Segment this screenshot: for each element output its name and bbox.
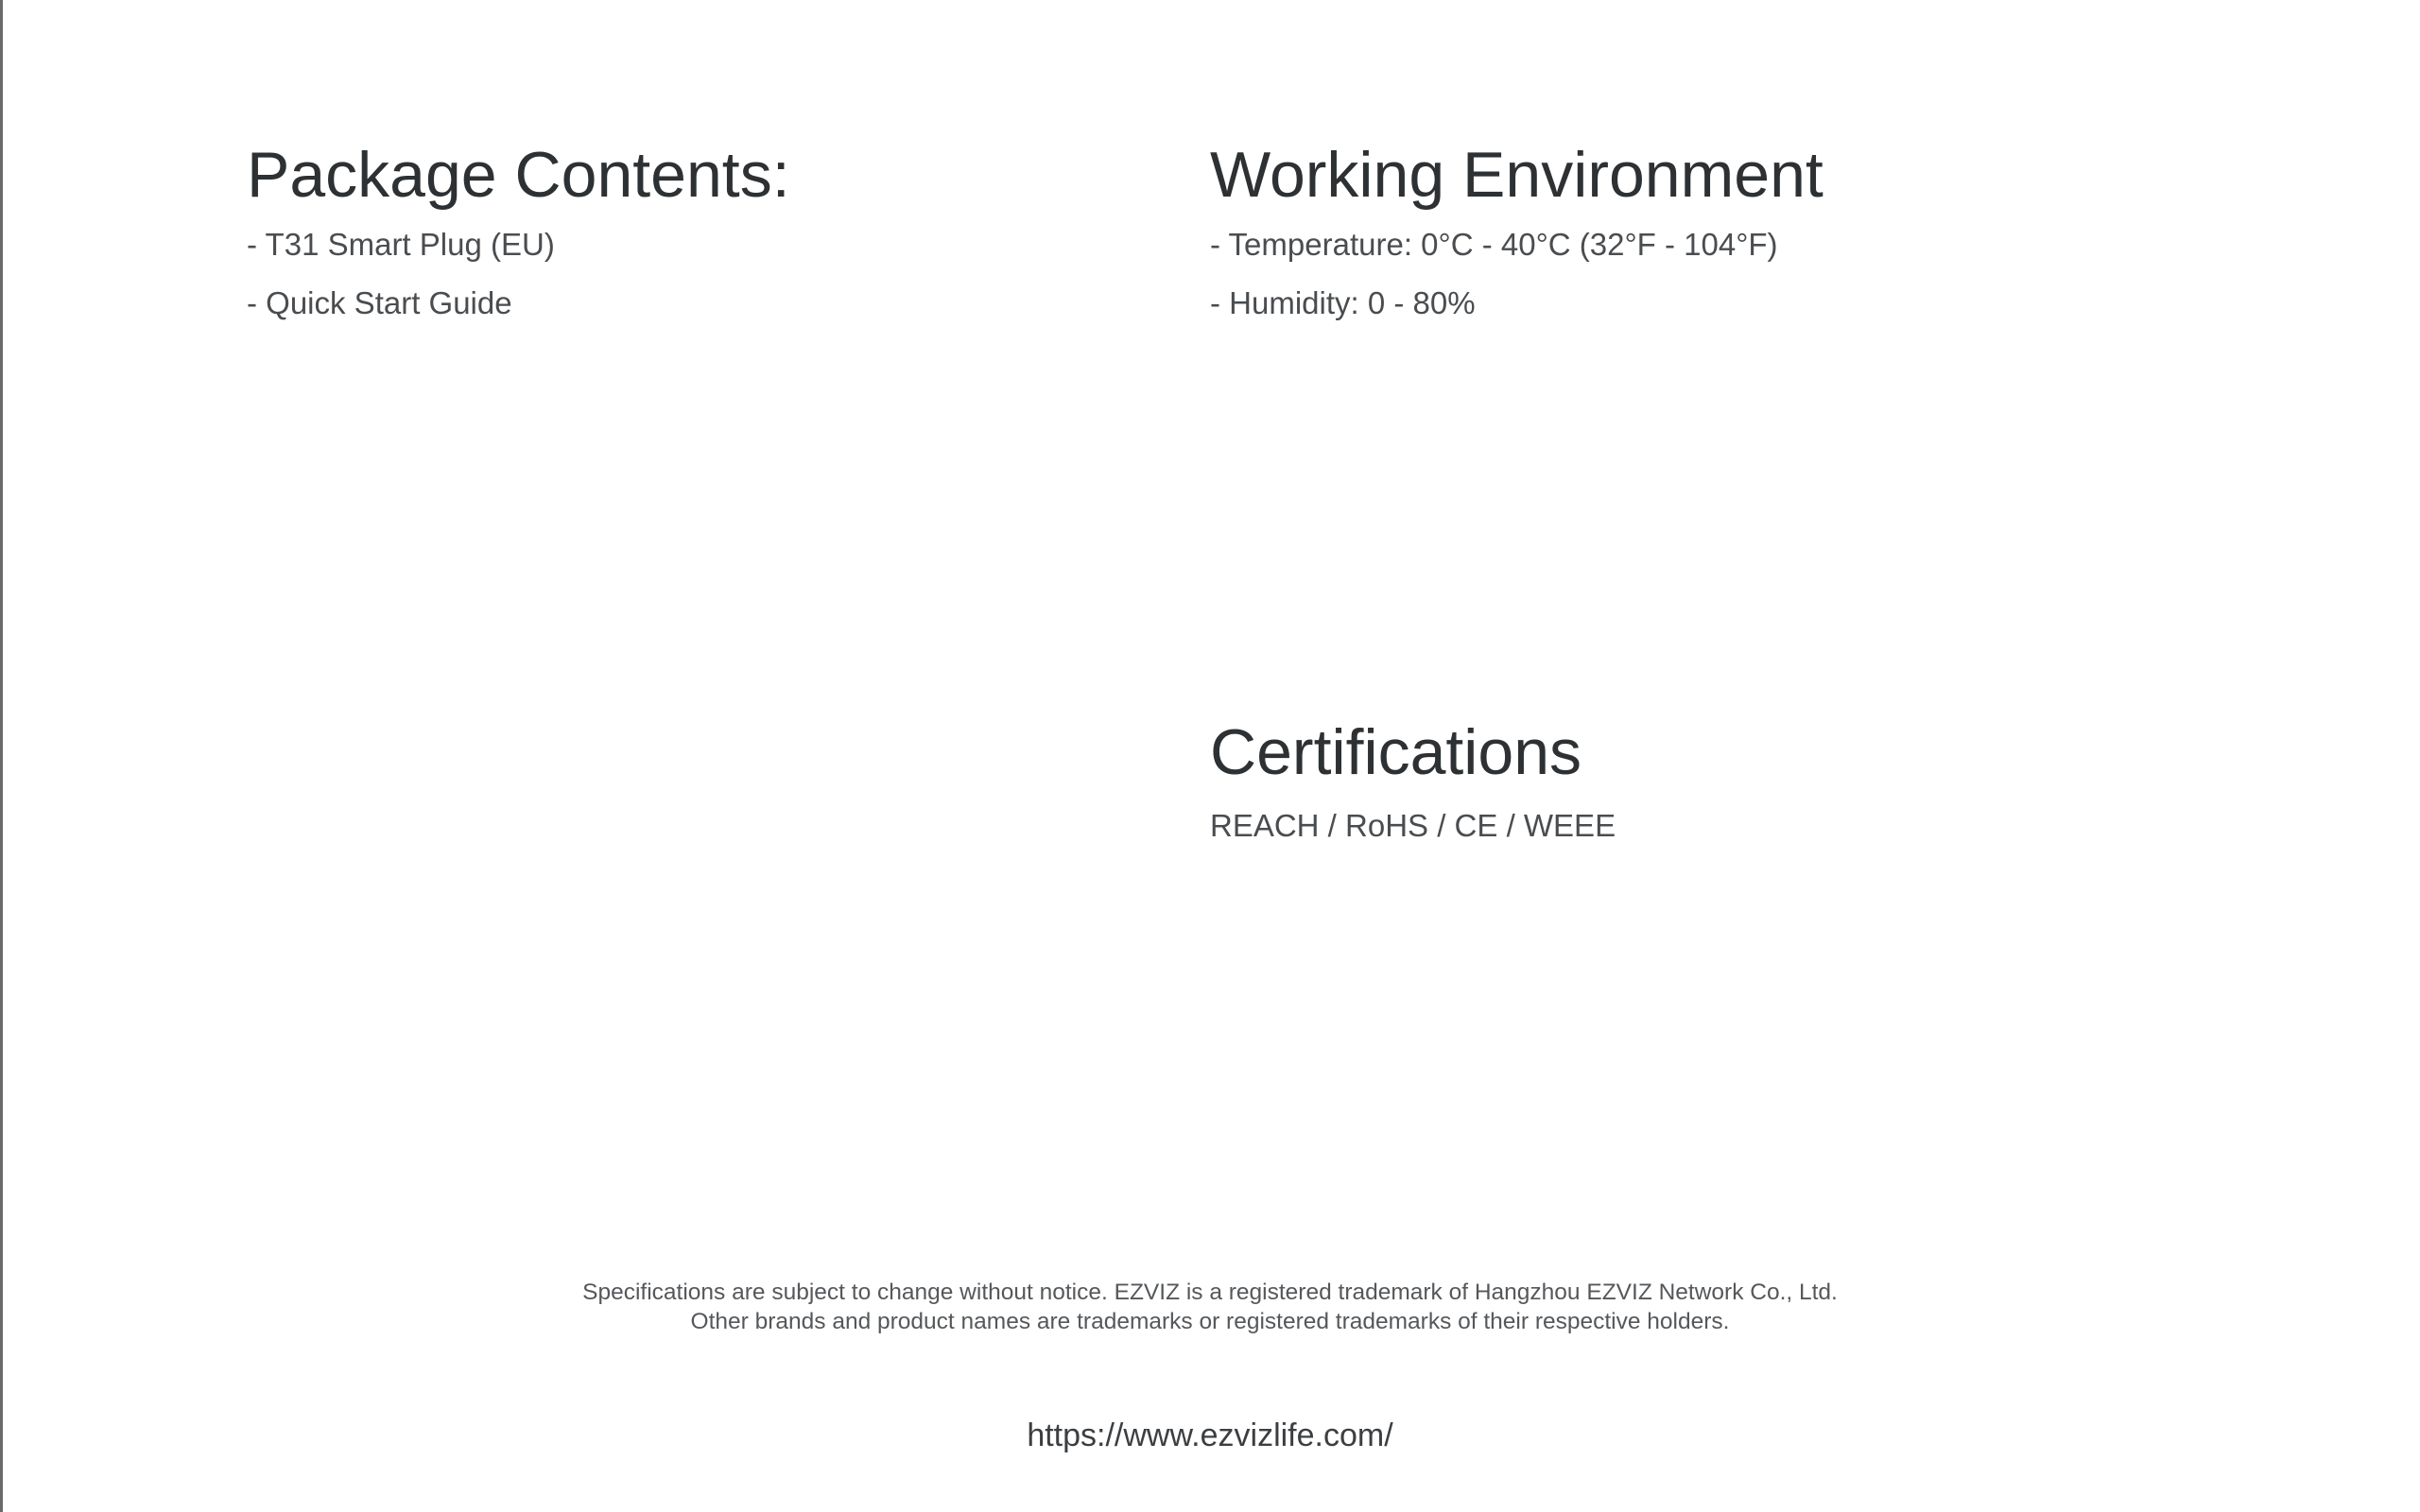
working-environment-heading: Working Environment (1210, 139, 1824, 211)
website-url: https://www.ezvizlife.com/ (1027, 1418, 1393, 1453)
certifications-section: Certifications REACH / RoHS / CE / WEEE (1210, 716, 1616, 841)
package-contents-heading: Package Contents: (247, 139, 790, 211)
legal-notice-line-1: Specifications are subject to change wit… (582, 1280, 1838, 1305)
humidity-spec: - Humidity: 0 - 80% (1210, 285, 1476, 320)
certifications-list: REACH / RoHS / CE / WEEE (1210, 808, 1616, 843)
package-item: - T31 Smart Plug (EU) (247, 227, 555, 262)
certifications-heading: Certifications (1210, 716, 1582, 788)
package-item: - Quick Start Guide (247, 285, 512, 320)
temperature-spec: - Temperature: 0°C - 40°C (32°F - 104°F) (1210, 227, 1778, 262)
package-contents-section: Package Contents: - T31 Smart Plug (EU) … (247, 139, 790, 318)
working-environment-section: Working Environment - Temperature: 0°C -… (1210, 139, 1824, 318)
legal-footer: Specifications are subject to change wit… (0, 1278, 2420, 1336)
legal-notice-line-2: Other brands and product names are trade… (690, 1309, 1730, 1334)
